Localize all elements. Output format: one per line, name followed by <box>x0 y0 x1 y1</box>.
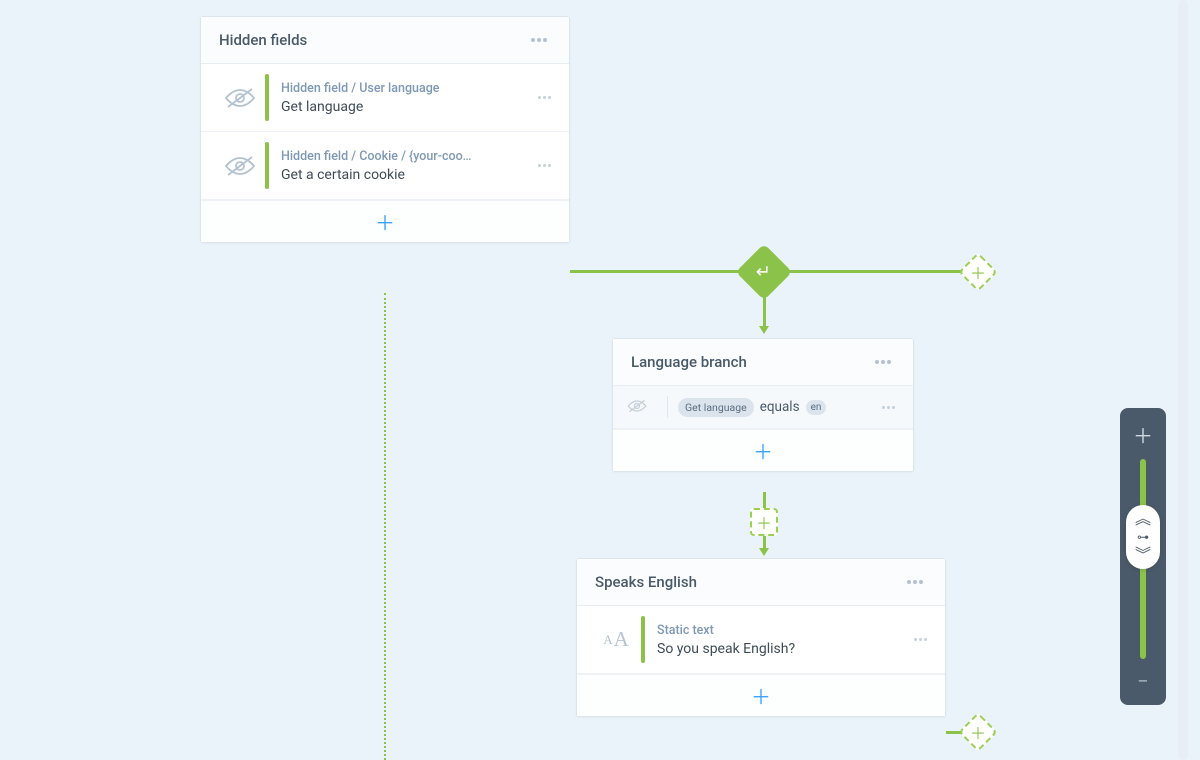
hidden-field-icon <box>627 398 657 417</box>
zoom-out-button[interactable]: − <box>1137 667 1148 695</box>
more-icon[interactable] <box>910 634 931 645</box>
row-title: Get language <box>281 99 522 115</box>
card-header: Speaks English <box>577 559 945 606</box>
add-branch-node[interactable]: ＋ <box>958 252 998 292</box>
hidden-field-icon <box>215 87 265 109</box>
plus-icon: ＋ <box>753 436 773 465</box>
condition-value-chip: en <box>806 400 827 415</box>
connector-line <box>763 492 766 508</box>
row-body: Static text So you speak English? <box>645 613 910 667</box>
condition-operator: equals <box>760 399 800 415</box>
card-row[interactable]: Hidden field / User language Get languag… <box>201 64 569 132</box>
flow-canvas[interactable]: Hidden fields Hidden field / User langua… <box>0 0 1200 760</box>
condition-field-chip: Get language <box>678 398 754 417</box>
condition-body: Get language equals en <box>678 398 878 417</box>
add-condition-button[interactable]: ＋ <box>613 429 913 471</box>
static-text-icon: AA <box>591 627 641 652</box>
plus-icon: ＋ <box>970 720 986 744</box>
plus-icon: ＋ <box>970 260 986 284</box>
card-language-branch[interactable]: Language branch Get language equals en ＋ <box>612 338 914 472</box>
enter-icon: ↵ <box>756 262 771 283</box>
card-speaks-english[interactable]: Speaks English AA Static text So you spe… <box>576 558 946 717</box>
connector-line <box>784 270 964 273</box>
arrow-down-icon <box>759 326 769 334</box>
hidden-field-icon <box>215 155 265 177</box>
zoom-in-button[interactable]: ＋ <box>1133 418 1153 451</box>
connector-line <box>763 292 766 328</box>
row-body: Hidden field / Cookie / {your-coo… Get a… <box>269 139 534 193</box>
scrollbar-track[interactable] <box>1178 0 1188 760</box>
zoom-track[interactable]: ︽ ⊶ ︾ <box>1140 459 1146 659</box>
plus-icon: ＋ <box>756 510 772 534</box>
connector-line <box>570 270 744 273</box>
card-title: Speaks English <box>595 573 697 591</box>
card-header: Hidden fields <box>201 17 569 64</box>
zoom-slider-handle[interactable]: ︽ ⊶ ︾ <box>1126 505 1160 569</box>
add-row-button[interactable]: ＋ <box>201 200 569 242</box>
row-title: So you speak English? <box>657 641 898 657</box>
row-subtitle: Hidden field / Cookie / {your-coo… <box>281 149 522 164</box>
card-title: Hidden fields <box>219 31 307 49</box>
condition-row[interactable]: Get language equals en <box>613 386 913 429</box>
more-icon[interactable] <box>527 34 551 46</box>
row-body: Hidden field / User language Get languag… <box>269 71 534 125</box>
card-hidden-fields[interactable]: Hidden fields Hidden field / User langua… <box>200 16 570 243</box>
card-title: Language branch <box>631 353 747 371</box>
add-row-button[interactable]: ＋ <box>577 674 945 716</box>
more-icon[interactable] <box>534 160 555 171</box>
card-header: Language branch <box>613 339 913 386</box>
zoom-control: ＋ ︽ ⊶ ︾ − <box>1120 408 1166 705</box>
slider-handle-icon[interactable]: ⊶ <box>1137 531 1149 543</box>
row-subtitle: Hidden field / User language <box>281 81 522 96</box>
more-icon[interactable] <box>878 402 899 413</box>
connector-dotted <box>384 293 386 760</box>
card-row[interactable]: Hidden field / Cookie / {your-coo… Get a… <box>201 132 569 200</box>
add-step-node[interactable]: ＋ <box>750 508 778 536</box>
more-icon[interactable] <box>871 356 895 368</box>
row-subtitle: Static text <box>657 623 898 638</box>
plus-icon: ＋ <box>751 681 771 710</box>
card-row[interactable]: AA Static text So you speak English? <box>577 606 945 674</box>
chevron-down-icon[interactable]: ︾ <box>1135 547 1151 563</box>
chevron-up-icon[interactable]: ︽ <box>1135 511 1151 527</box>
add-branch-node[interactable]: ＋ <box>958 712 998 752</box>
divider <box>667 396 668 418</box>
plus-icon: ＋ <box>375 207 395 236</box>
more-icon[interactable] <box>903 576 927 588</box>
arrow-down-icon <box>759 548 769 556</box>
row-title: Get a certain cookie <box>281 167 522 183</box>
more-icon[interactable] <box>534 92 555 103</box>
